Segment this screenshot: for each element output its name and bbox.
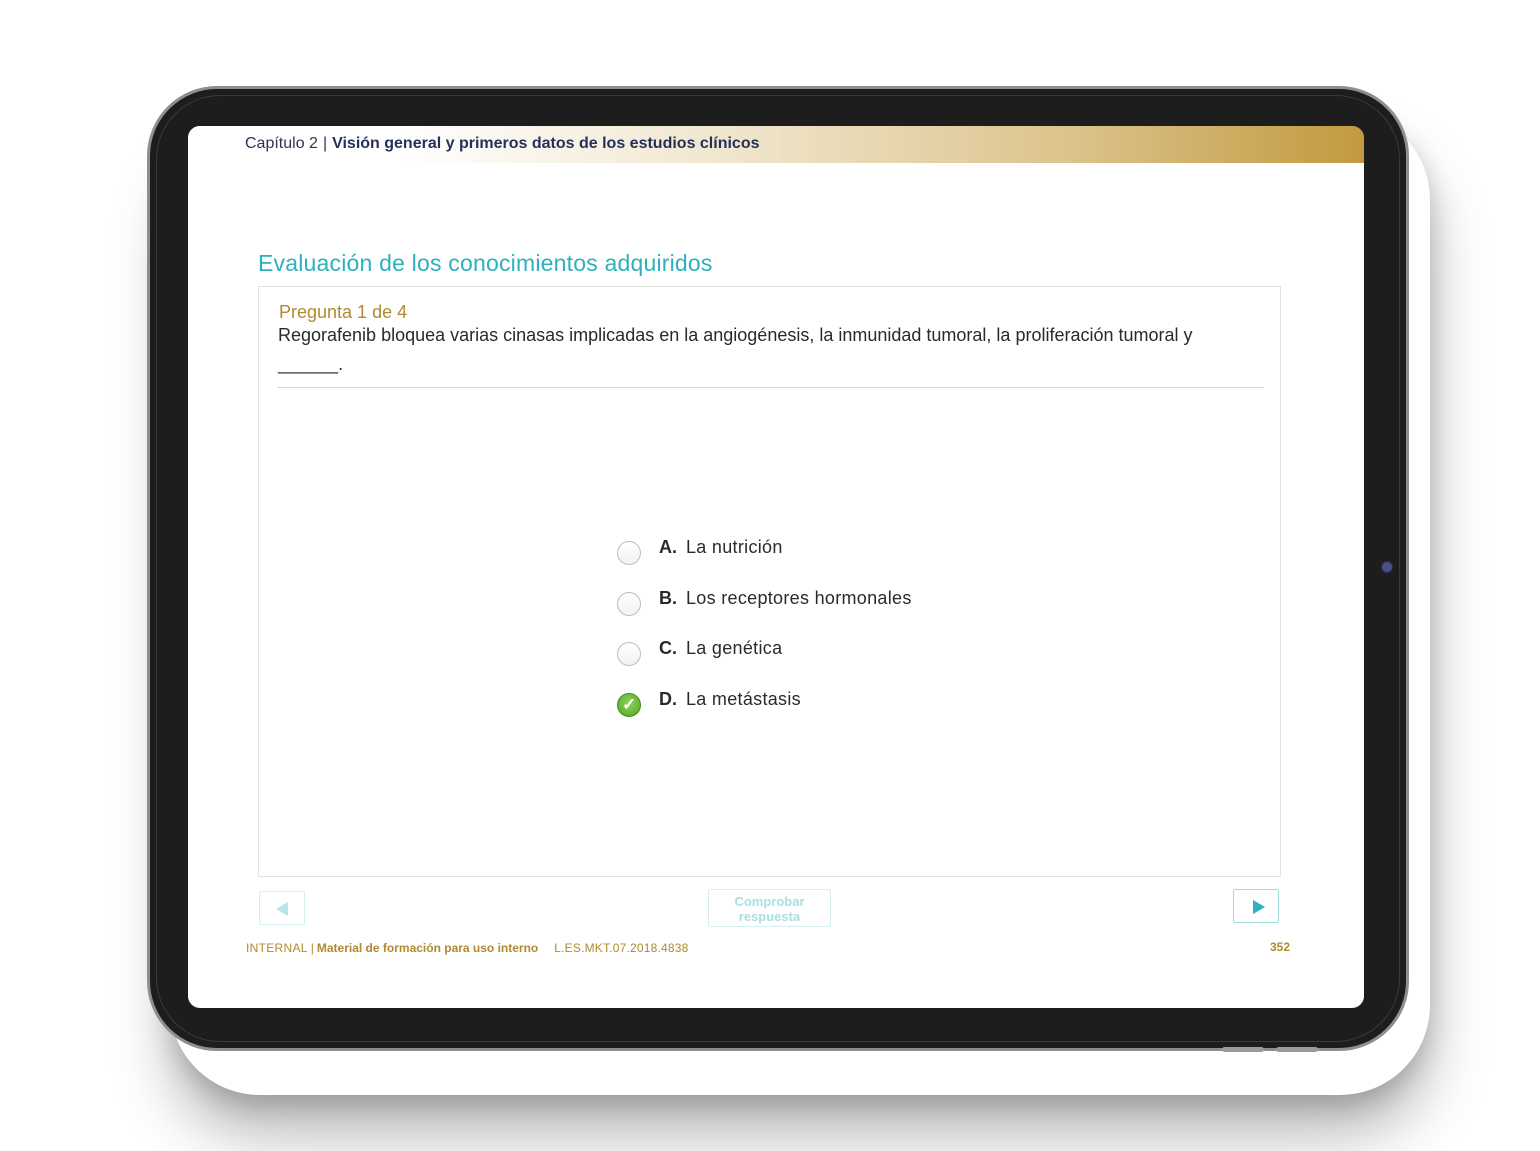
chapter-header: Capítulo 2 | Visión general y primeros dat… xyxy=(188,126,1364,163)
option-label: Los receptores hormonales xyxy=(686,588,912,608)
footer-material-note: Material de formación para uso interno xyxy=(316,941,539,955)
footer: INTERNAL | Material de formación para uso … xyxy=(246,941,689,955)
quiz-panel: Pregunta 1 de 4 Regorafenib bloquea vari… xyxy=(258,286,1281,877)
question-text: Regorafenib bloquea varias cinasas impli… xyxy=(278,325,1193,374)
check-answer-label-line2: respuesta xyxy=(738,909,801,924)
next-button[interactable] xyxy=(1233,889,1279,923)
volume-button xyxy=(1222,1047,1264,1052)
radio-button[interactable] xyxy=(617,592,641,616)
radio-button-selected[interactable]: ✓ xyxy=(617,693,641,717)
option-label: La nutrición xyxy=(686,537,783,557)
option-label: La genética xyxy=(686,638,783,658)
option-a[interactable]: A. La nutrición xyxy=(617,532,977,572)
chapter-number: Capítulo 2 xyxy=(245,135,318,152)
page-title: Evaluación de los conocimientos adquirid… xyxy=(258,250,713,276)
arrow-right-icon xyxy=(1253,900,1265,914)
tablet-screen: Capítulo 2 | Visión general y primeros dat… xyxy=(188,126,1364,1008)
option-letter: B. xyxy=(659,588,677,608)
check-answer-button[interactable]: Comprobar respuesta xyxy=(708,889,831,927)
footer-document-code: L.ES.MKT.07.2018.4838 xyxy=(554,941,689,955)
option-label: La metástasis xyxy=(686,689,801,709)
radio-button[interactable] xyxy=(617,541,641,565)
option-letter: A. xyxy=(659,537,677,557)
footer-separator: | xyxy=(310,941,314,955)
question-counter: Pregunta 1 de 4 xyxy=(279,302,408,322)
volume-button xyxy=(1276,1047,1318,1052)
chapter-heading: Capítulo 2 | Visión general y primeros dat… xyxy=(245,135,759,153)
footer-classification: INTERNAL xyxy=(246,941,308,955)
arrow-left-icon xyxy=(276,902,288,916)
option-b[interactable]: B. Los receptores hormonales xyxy=(617,583,977,623)
check-answer-label-line1: Comprobar xyxy=(734,894,805,909)
option-letter: D. xyxy=(659,689,677,709)
radio-button[interactable] xyxy=(617,642,641,666)
page-number: 352 xyxy=(1270,940,1291,954)
camera-icon xyxy=(1381,561,1393,573)
option-letter: C. xyxy=(659,638,677,658)
checkmark-icon: ✓ xyxy=(622,695,637,714)
previous-button[interactable] xyxy=(259,891,305,925)
chapter-title: Visión general y primeros datos de los e… xyxy=(332,135,760,152)
header-separator: | xyxy=(322,135,328,152)
option-c[interactable]: C. La genética xyxy=(617,633,977,673)
divider xyxy=(277,387,1264,388)
option-d[interactable]: ✓ D. La metástasis xyxy=(617,684,977,724)
